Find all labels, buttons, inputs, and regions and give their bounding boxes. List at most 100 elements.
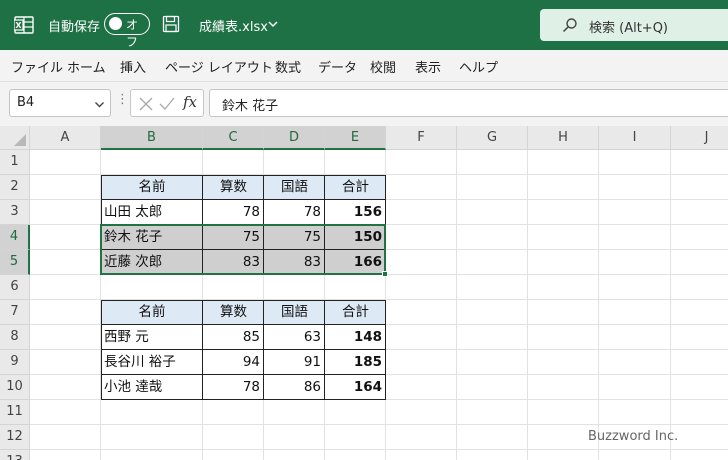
excel-app-icon[interactable]: X — [14, 15, 34, 35]
table-border — [263, 300, 264, 400]
table-border — [101, 300, 386, 301]
table-header-cell[interactable]: 名前 — [101, 300, 203, 325]
table-border — [101, 274, 386, 275]
tab-help[interactable]: ヘルプ — [459, 57, 498, 76]
select-all-corner[interactable] — [0, 126, 30, 150]
table-border — [263, 175, 264, 275]
row-header-3[interactable]: 3 — [0, 200, 30, 225]
formula-content: 鈴木 花子 — [222, 99, 279, 114]
score-cell[interactable]: 94 — [203, 350, 264, 375]
table-header-cell[interactable]: 算数 — [203, 175, 264, 200]
total-cell[interactable]: 185 — [325, 350, 386, 375]
row-header-7[interactable]: 7 — [0, 300, 30, 325]
score-cell[interactable]: 75 — [203, 225, 264, 250]
name-cell[interactable]: 小池 達哉 — [101, 375, 203, 400]
name-cell[interactable]: 鈴木 花子 — [101, 225, 203, 250]
score-cell[interactable]: 75 — [264, 225, 325, 250]
score-cell[interactable]: 83 — [264, 250, 325, 275]
row-header-1[interactable]: 1 — [0, 150, 30, 175]
table-border — [101, 175, 102, 275]
row-header-8[interactable]: 8 — [0, 325, 30, 350]
score-cell[interactable]: 91 — [264, 350, 325, 375]
gridline-h — [30, 449, 728, 450]
row-header-11[interactable]: 11 — [0, 400, 30, 425]
table-border — [101, 374, 386, 375]
row-header-5[interactable]: 5 — [0, 250, 30, 275]
file-name[interactable]: 成績表.xlsx — [199, 16, 268, 35]
row-header-4[interactable]: 4 — [0, 225, 30, 250]
column-header-d[interactable]: D — [264, 126, 325, 150]
table-border — [101, 324, 386, 325]
table-header-cell[interactable]: 名前 — [101, 175, 203, 200]
column-header-c[interactable]: C — [203, 126, 264, 150]
total-cell[interactable]: 150 — [325, 225, 386, 250]
table-header-cell[interactable]: 国語 — [264, 175, 325, 200]
fill-handle[interactable] — [382, 271, 388, 277]
name-cell[interactable]: 西野 元 — [101, 325, 203, 350]
search-icon — [562, 18, 577, 33]
column-header-b[interactable]: B — [101, 126, 203, 150]
table-header-cell[interactable]: 合計 — [325, 175, 386, 200]
gridline-v — [598, 150, 599, 460]
cancel-icon[interactable] — [139, 97, 153, 111]
enter-icon[interactable] — [159, 97, 175, 111]
total-cell[interactable]: 166 — [325, 250, 386, 275]
total-cell[interactable]: 164 — [325, 375, 386, 400]
tab-data[interactable]: データ — [318, 57, 357, 76]
cell-reference: B4 — [17, 95, 35, 110]
tab-view[interactable]: 表示 — [415, 57, 441, 76]
table-border — [324, 175, 325, 275]
score-cell[interactable]: 86 — [264, 375, 325, 400]
chevron-down-icon[interactable] — [267, 18, 279, 30]
score-cell[interactable]: 85 — [203, 325, 264, 350]
row-header-10[interactable]: 10 — [0, 375, 30, 400]
search-box[interactable]: 検索 (Alt+Q) — [540, 9, 728, 41]
tab-formulas[interactable]: 数式 — [275, 57, 301, 76]
insert-function-icon[interactable]: fx — [183, 93, 197, 111]
row-header-12[interactable]: 12 — [0, 425, 30, 450]
gridline-v — [456, 150, 457, 460]
save-icon[interactable] — [162, 15, 180, 33]
more-icon[interactable]: ⋮ — [116, 92, 129, 107]
table-header-cell[interactable]: 国語 — [264, 300, 325, 325]
column-header-g[interactable]: G — [457, 126, 528, 150]
name-cell[interactable]: 山田 太郎 — [101, 200, 203, 225]
score-cell[interactable]: 83 — [203, 250, 264, 275]
table-header-cell[interactable]: 合計 — [325, 300, 386, 325]
column-header-a[interactable]: A — [30, 126, 101, 150]
table-border — [385, 300, 386, 400]
formula-bar: B4 ⋮ fx 鈴木 花子 — [0, 82, 728, 126]
table-border — [101, 399, 386, 400]
formula-input[interactable]: 鈴木 花子 — [209, 89, 728, 117]
chevron-down-icon[interactable] — [94, 99, 105, 110]
row-header-6[interactable]: 6 — [0, 275, 30, 300]
name-cell[interactable]: 長谷川 裕子 — [101, 350, 203, 375]
row-header-13[interactable]: 13 — [0, 450, 30, 460]
column-header-f[interactable]: F — [386, 126, 457, 150]
tab-insert[interactable]: 挿入 — [120, 57, 146, 76]
tab-review[interactable]: 校閲 — [370, 57, 396, 76]
column-header-j[interactable]: J — [671, 126, 728, 150]
tab-page-layout[interactable]: ページ レイアウト — [165, 57, 273, 76]
total-cell[interactable]: 156 — [325, 200, 386, 225]
tab-file[interactable]: ファイル — [11, 57, 63, 76]
autosave-toggle[interactable]: オフ — [104, 13, 150, 49]
name-cell[interactable]: 近藤 次郎 — [101, 250, 203, 275]
score-cell[interactable]: 78 — [203, 375, 264, 400]
column-header-h[interactable]: H — [528, 126, 599, 150]
row-header-2[interactable]: 2 — [0, 175, 30, 200]
column-header-i[interactable]: I — [599, 126, 671, 150]
total-cell[interactable]: 148 — [325, 325, 386, 350]
score-cell[interactable]: 63 — [264, 325, 325, 350]
score-cell[interactable]: 78 — [203, 200, 264, 225]
tab-home[interactable]: ホーム — [67, 57, 106, 76]
column-header-e[interactable]: E — [325, 126, 386, 150]
formula-buttons: fx — [130, 89, 204, 117]
worksheet-grid[interactable]: ABCDEFGHIJ12345678910111213名前算数国語合計山田 太郎… — [0, 126, 728, 460]
name-box[interactable]: B4 — [9, 89, 111, 117]
autosave-label: 自動保存 — [48, 20, 101, 35]
score-cell[interactable]: 78 — [264, 200, 325, 225]
row-header-9[interactable]: 9 — [0, 350, 30, 375]
gridline-h — [30, 424, 728, 425]
table-header-cell[interactable]: 算数 — [203, 300, 264, 325]
